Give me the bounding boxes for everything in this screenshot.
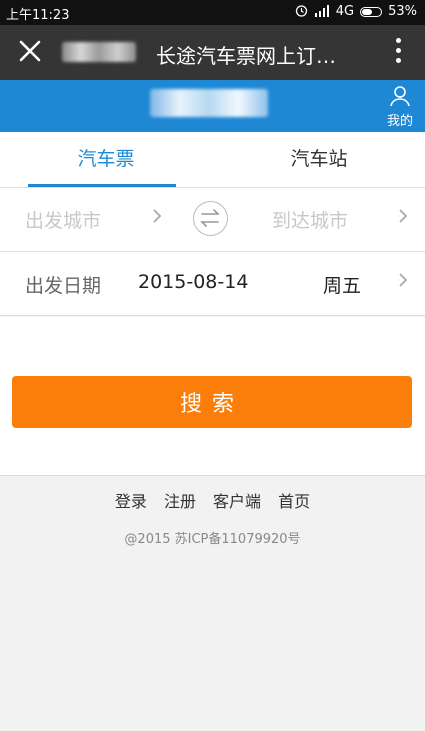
more-menu-button[interactable] <box>393 38 403 66</box>
route-row: 出发城市 到达城市 <box>0 188 425 252</box>
user-icon <box>390 86 410 107</box>
close-icon <box>19 40 41 62</box>
footer-link-login[interactable]: 登录 <box>115 492 147 511</box>
swap-icon <box>200 209 220 227</box>
blurred-site-logo <box>150 89 268 117</box>
more-dots-icon <box>395 38 401 43</box>
status-bar: 上午11:23 4G 53% <box>0 0 425 25</box>
site-banner: 我的 <box>0 80 425 132</box>
status-time: 上午11:23 <box>6 8 70 23</box>
status-indicators: 4G 53% <box>295 4 417 19</box>
date-row[interactable]: 出发日期 2015-08-14 周五 <box>0 252 425 316</box>
battery-icon <box>360 6 383 17</box>
chevron-right-icon <box>399 209 408 223</box>
my-account-button[interactable]: 我的 <box>383 84 417 129</box>
footer-links: 登录 注册 客户端 首页 <box>0 488 425 512</box>
page-title: 长途汽车票网上订… <box>156 44 336 68</box>
search-button[interactable]: 搜索 <box>12 376 412 428</box>
blurred-account-name <box>62 42 136 62</box>
departure-date-label: 出发日期 <box>25 275 102 297</box>
search-area: 搜索 <box>0 317 425 476</box>
arrival-city-field[interactable]: 到达城市 <box>272 206 348 233</box>
footer-link-home[interactable]: 首页 <box>278 492 310 511</box>
signal-icon <box>314 4 330 19</box>
footer-link-register[interactable]: 注册 <box>164 492 196 511</box>
battery-level: 53% <box>388 4 417 19</box>
departure-date-value[interactable]: 2015-08-14 <box>138 271 248 293</box>
chevron-right-icon <box>153 209 162 223</box>
my-account-label: 我的 <box>386 114 413 129</box>
active-tab-indicator <box>28 184 176 187</box>
footer-link-client[interactable]: 客户端 <box>213 492 261 511</box>
tab-bus-ticket[interactable]: 汽车票 <box>0 132 212 187</box>
browser-header: 长途汽车票网上订… <box>0 25 425 80</box>
close-button[interactable] <box>16 37 44 65</box>
tab-bar: 汽车票 汽车站 <box>0 132 425 188</box>
copyright-text: @2015 苏ICP备11079920号 <box>124 532 301 547</box>
alarm-icon <box>295 4 308 19</box>
tab-bus-station[interactable]: 汽车站 <box>213 132 425 187</box>
chevron-right-icon <box>399 273 408 287</box>
weekday-label: 周五 <box>323 275 362 297</box>
swap-cities-button[interactable] <box>193 201 228 236</box>
network-type: 4G <box>335 4 355 19</box>
departure-city-field[interactable]: 出发城市 <box>25 206 101 233</box>
